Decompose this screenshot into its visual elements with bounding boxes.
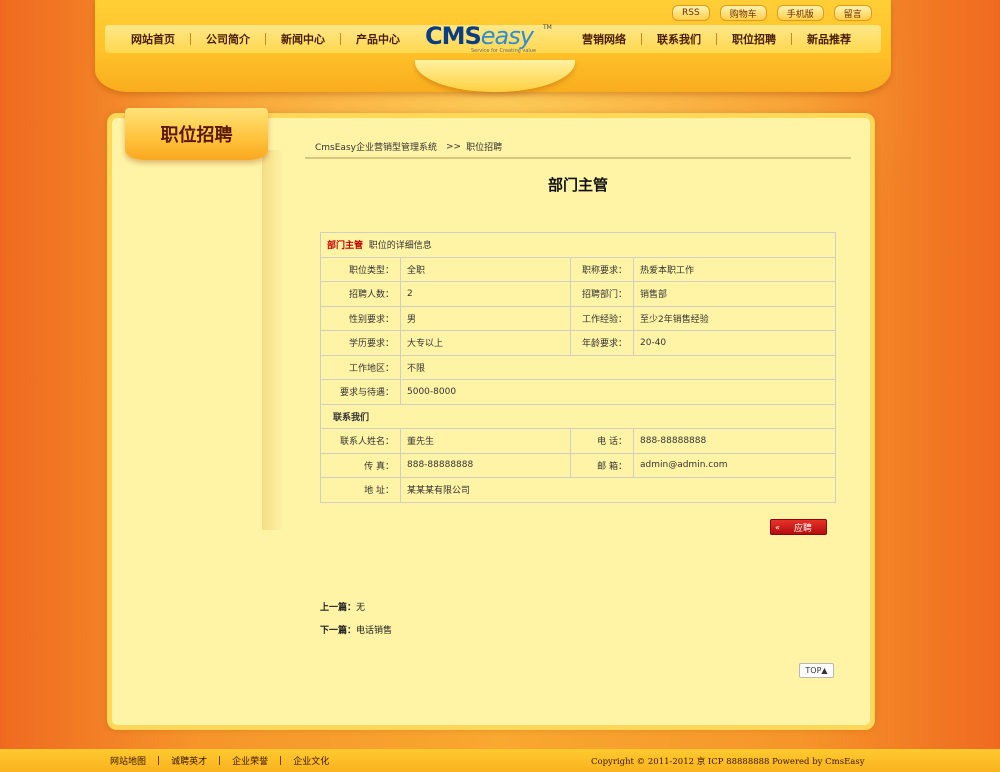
site-footer: 网站地图 | 诚聘英才 | 企业荣誉 | 企业文化 Copyright © 20… [0, 749, 1000, 772]
label-area: 工作地区： [320, 354, 401, 380]
footer-separator: | [279, 755, 283, 766]
label-email: 邮 箱： [570, 452, 634, 478]
sidebar-divider [262, 150, 284, 530]
table-row: 要求与待遇： 5000-8000 [320, 379, 836, 405]
table-row: 性别要求： 男 工作经验： 至少2年销售经验 [320, 305, 836, 331]
value-fax: 888-88888888 [400, 452, 571, 478]
value-gender: 男 [400, 305, 571, 331]
table-header-row: 部门主管 职位的详细信息 [320, 232, 836, 258]
value-phone: 888-88888888 [633, 428, 836, 454]
label-experience: 工作经验： [570, 305, 634, 331]
footer-separator: | [157, 755, 161, 766]
nav-separator [265, 33, 266, 45]
nav-about[interactable]: 公司简介 [206, 32, 250, 46]
nav-new-products[interactable]: 新品推荐 [807, 32, 851, 46]
footer-links: 网站地图 | 诚聘英才 | 企业荣誉 | 企业文化 [110, 754, 329, 768]
table-row: 地 址： 某某某有限公司 [320, 477, 836, 503]
apply-button-label: 应聘 [793, 523, 812, 534]
nav-contact[interactable]: 联系我们 [657, 32, 701, 46]
nav-products[interactable]: 产品中心 [356, 32, 400, 46]
main-nav-left: 网站首页 公司简介 新闻中心 产品中心 [131, 32, 400, 46]
value-salary: 5000-8000 [400, 379, 836, 405]
value-education: 大专以上 [400, 330, 571, 356]
nav-network[interactable]: 营销网络 [582, 32, 626, 46]
job-detail-table: 部门主管 职位的详细信息 职位类型： 全职 职称要求： 热爱本职工作 招聘人数：… [320, 232, 836, 503]
cart-button[interactable]: 购物车 [719, 5, 767, 21]
footer-link-sitemap[interactable]: 网站地图 [110, 754, 146, 767]
nav-separator [340, 33, 341, 45]
label-address: 地 址： [320, 477, 401, 503]
value-job-type: 全职 [400, 256, 571, 282]
apply-button[interactable]: « 应聘 [770, 519, 827, 535]
nav-separator [716, 33, 717, 45]
value-age: 20-40 [633, 330, 836, 356]
footer-link-culture[interactable]: 企业文化 [293, 754, 329, 767]
prev-link[interactable]: 无 [356, 603, 365, 613]
main-nav-right: 营销网络 联系我们 职位招聘 新品推荐 [582, 32, 851, 46]
label-department: 招聘部门： [570, 281, 634, 307]
footer-link-jobs[interactable]: 诚聘英才 [171, 754, 207, 767]
footer-separator: | [218, 755, 222, 766]
logo-trademark: TM [543, 24, 552, 31]
table-row: 传 真： 888-88888888 邮 箱： admin@admin.com [320, 452, 836, 478]
value-headcount: 2 [400, 281, 571, 307]
nav-separator [641, 33, 642, 45]
table-row: 职位类型： 全职 职称要求： 热爱本职工作 [320, 256, 836, 282]
top-utility-buttons: RSS 购物车 手机版 留言 [672, 5, 872, 21]
breadcrumb-current[interactable]: 职位招聘 [466, 140, 502, 153]
nav-jobs[interactable]: 职位招聘 [732, 32, 776, 46]
prev-article: 上一篇：无 [320, 600, 365, 613]
cmseasy-logo[interactable]: CMSeasy TM Service for Creating value [425, 22, 552, 56]
rss-button[interactable]: RSS [672, 5, 710, 21]
page-title: 部门主管 [547, 176, 608, 194]
table-row: 招聘人数： 2 招聘部门： 销售部 [320, 281, 836, 307]
value-area: 不限 [400, 354, 836, 380]
breadcrumb: CmsEasy企业营销型管理系统 >> 职位招聘 [305, 136, 851, 159]
label-salary: 要求与待遇： [320, 379, 401, 405]
back-to-top-button[interactable]: TOP▲ [799, 663, 834, 678]
table-row: 工作地区： 不限 [320, 354, 836, 380]
value-contact-name: 董先生 [400, 428, 571, 454]
label-contact-name: 联系人姓名： [320, 428, 401, 454]
label-education: 学历要求： [320, 330, 401, 356]
sidebar-title: 职位招聘 [125, 108, 268, 160]
value-department: 销售部 [633, 281, 836, 307]
mobile-button[interactable]: 手机版 [776, 5, 824, 21]
next-article: 下一篇：电话销售 [320, 623, 392, 636]
footer-link-honors[interactable]: 企业荣誉 [232, 754, 268, 767]
next-label: 下一篇： [320, 626, 357, 636]
table-row: 学历要求： 大专以上 年龄要求： 20-40 [320, 330, 836, 356]
message-button[interactable]: 留言 [833, 5, 872, 21]
job-detail-caption: 职位的详细信息 [368, 241, 432, 252]
breadcrumb-separator: >> [445, 141, 462, 152]
label-headcount: 招聘人数： [320, 281, 401, 307]
next-link[interactable]: 电话销售 [356, 626, 392, 636]
prev-label: 上一篇： [320, 603, 357, 613]
value-address: 某某某有限公司 [400, 477, 836, 503]
double-chevron-left-icon: « [775, 522, 780, 532]
label-job-type: 职位类型： [320, 256, 401, 282]
value-experience: 至少2年销售经验 [633, 305, 836, 331]
label-age: 年龄要求： [570, 330, 634, 356]
label-gender: 性别要求： [320, 305, 401, 331]
table-row: 联系人姓名： 董先生 电 话： 888-88888888 [320, 428, 836, 454]
breadcrumb-home[interactable]: CmsEasy企业营销型管理系统 [315, 140, 437, 153]
contact-heading: 联系我们 [320, 403, 836, 429]
label-title-req: 职称要求： [570, 256, 634, 282]
logo-slogan: Service for Creating value [471, 48, 537, 54]
value-email[interactable]: admin@admin.com [633, 452, 836, 478]
value-title-req: 热爱本职工作 [633, 256, 836, 282]
logo-text: CMSeasy [425, 22, 534, 50]
nav-news[interactable]: 新闻中心 [281, 32, 325, 46]
nav-home[interactable]: 网站首页 [131, 32, 175, 46]
label-fax: 传 真： [320, 452, 401, 478]
nav-separator [190, 33, 191, 45]
footer-copyright: Copyright © 2011-2012 京 ICP 88888888 Pow… [591, 757, 865, 767]
label-phone: 电 话： [570, 428, 634, 454]
job-name: 部门主管 [327, 241, 364, 252]
contact-heading-row: 联系我们 [320, 403, 836, 429]
nav-separator [791, 33, 792, 45]
